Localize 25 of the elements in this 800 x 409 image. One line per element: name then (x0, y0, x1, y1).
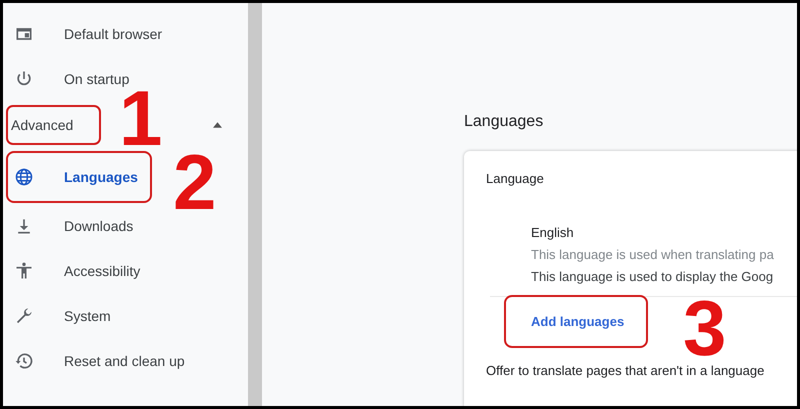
card-heading: Language (485, 171, 545, 186)
sidebar-item[interactable]: System (6, 293, 244, 338)
step-number: 2 (173, 143, 216, 221)
language-description: This language is used to display the Goog (531, 268, 774, 286)
section-header[interactable]: Advanced (6, 105, 102, 145)
wrench-icon (14, 306, 34, 326)
item-label: On startup (64, 70, 130, 86)
item-label: Languages (64, 169, 138, 185)
add-languages-button[interactable]: Add languages (504, 295, 648, 348)
sidebar-item[interactable]: Languages (6, 151, 152, 203)
sidebar-item[interactable]: Default browser (6, 11, 244, 56)
sidebar-item[interactable]: Accessibility (6, 248, 244, 293)
item-label: Accessibility (64, 262, 140, 278)
item-label: Downloads (64, 218, 134, 234)
caret-icon[interactable] (213, 122, 222, 128)
language-name: English (531, 224, 575, 242)
globe-icon (14, 167, 34, 187)
section-title: Languages (464, 113, 544, 131)
history-icon (14, 350, 34, 370)
item-label: Default browser (64, 26, 162, 42)
sidebar-item[interactable]: Reset and clean up (6, 338, 244, 383)
language-description: This language is used when translating pa (531, 246, 775, 264)
item-label: Reset and clean up (64, 352, 185, 368)
item-label: System (64, 308, 111, 324)
person-icon (14, 260, 34, 280)
